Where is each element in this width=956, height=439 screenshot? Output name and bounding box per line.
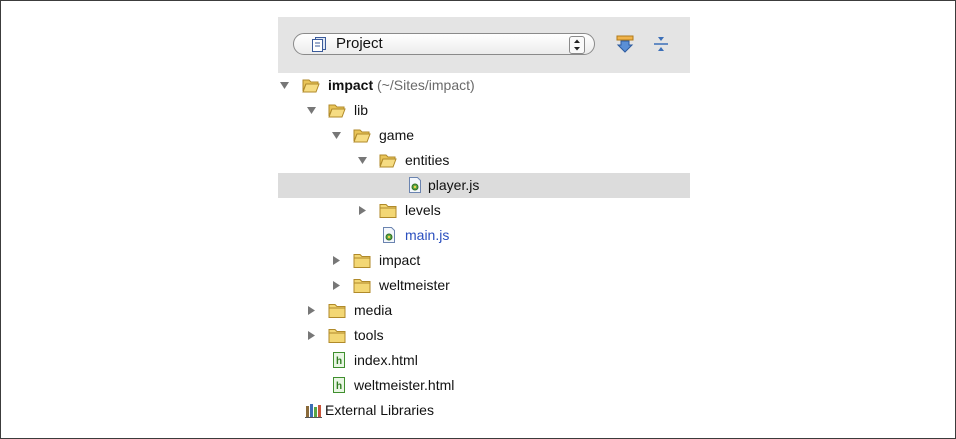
- autoscroll-icon[interactable]: [616, 35, 634, 53]
- tree-item-path: (~/Sites/impact): [377, 77, 475, 93]
- collapse-all-icon[interactable]: [652, 35, 670, 53]
- svg-text:h: h: [336, 381, 342, 392]
- expanded-arrow-icon[interactable]: [332, 131, 341, 140]
- tree-item-weltmeister-html[interactable]: h weltmeister.html: [278, 373, 690, 398]
- folder-open-icon: [302, 79, 320, 93]
- tree-item-label: impact (~/Sites/impact): [328, 77, 475, 93]
- folder-icon: [353, 279, 371, 293]
- collapsed-arrow-icon[interactable]: [332, 256, 341, 265]
- folder-icon: [328, 304, 346, 318]
- tree-item-impact-root[interactable]: impact (~/Sites/impact): [278, 73, 690, 98]
- tree-item-label: media: [354, 302, 393, 318]
- folder-open-icon: [328, 104, 346, 118]
- folder-icon: [353, 254, 371, 268]
- libraries-icon: [305, 404, 322, 418]
- tree-item-label: External Libraries: [325, 402, 434, 418]
- tree-item-lib[interactable]: lib: [278, 98, 690, 123]
- js-file-icon: [383, 227, 395, 243]
- tree-item-label: player.js: [428, 177, 480, 193]
- tree-item-label: weltmeister.html: [354, 377, 455, 393]
- tree-item-label: entities: [405, 152, 450, 168]
- tree-item-label: lib: [354, 102, 369, 118]
- tree-item-label: weltmeister: [379, 277, 450, 293]
- tree-item-label: levels: [405, 202, 441, 218]
- tree-item-weltmeister[interactable]: weltmeister: [278, 273, 690, 298]
- expanded-arrow-icon[interactable]: [280, 81, 289, 90]
- tree-item-external-libraries[interactable]: External Libraries: [278, 398, 690, 423]
- html-file-icon: h: [333, 352, 345, 368]
- project-toolbar: Project: [278, 17, 690, 73]
- folder-open-icon: [353, 129, 371, 143]
- view-selector-label: Project: [336, 35, 383, 52]
- tree-item-index-html[interactable]: h index.html: [278, 348, 690, 373]
- collapsed-arrow-icon[interactable]: [307, 306, 316, 315]
- tree-item-player-js[interactable]: player.js: [278, 173, 690, 198]
- html-file-icon: h: [333, 377, 345, 393]
- tree-item-game[interactable]: game: [278, 123, 690, 148]
- tree-item-impact[interactable]: impact: [278, 248, 690, 273]
- window-frame: Project impact (~/Sites/impact) lib game…: [0, 0, 956, 439]
- tree-item-levels[interactable]: levels: [278, 198, 690, 223]
- project-panel: Project impact (~/Sites/impact) lib game…: [278, 17, 690, 418]
- collapsed-arrow-icon[interactable]: [332, 281, 341, 290]
- expanded-arrow-icon[interactable]: [307, 106, 316, 115]
- svg-text:h: h: [336, 356, 342, 367]
- view-selector-dropdown[interactable]: Project: [293, 33, 595, 55]
- js-file-icon: [409, 177, 421, 193]
- expanded-arrow-icon[interactable]: [358, 156, 367, 165]
- up-down-icon: [574, 39, 580, 51]
- folder-open-icon: [379, 154, 397, 168]
- project-view-icon: [312, 37, 326, 52]
- tree-item-entities[interactable]: entities: [278, 148, 690, 173]
- folder-icon: [328, 329, 346, 343]
- dropdown-stepper[interactable]: [569, 36, 585, 54]
- folder-icon: [379, 204, 397, 218]
- tree-item-label: tools: [354, 327, 384, 343]
- tree-item-label: main.js: [405, 227, 450, 243]
- tree-item-media[interactable]: media: [278, 298, 690, 323]
- tree-item-label: impact: [379, 252, 421, 268]
- tree-item-tools[interactable]: tools: [278, 323, 690, 348]
- tree-item-main-js[interactable]: main.js: [278, 223, 690, 248]
- tree-item-label: index.html: [354, 352, 418, 368]
- collapsed-arrow-icon[interactable]: [358, 206, 367, 215]
- tree-item-label: game: [379, 127, 415, 143]
- collapsed-arrow-icon[interactable]: [307, 331, 316, 340]
